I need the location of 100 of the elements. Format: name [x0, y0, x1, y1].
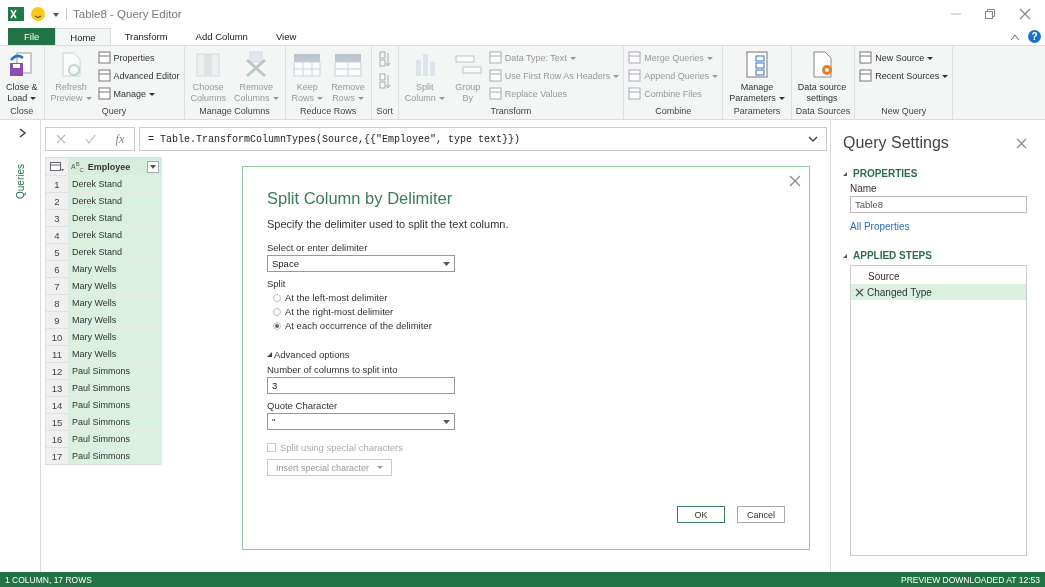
close-icon[interactable]	[789, 173, 801, 185]
table-cell: Mary Wells	[68, 311, 162, 328]
applied-step[interactable]: Changed Type	[851, 284, 1026, 300]
fx-label[interactable]: fx	[115, 131, 125, 147]
ribbon-button[interactable]: New Source	[859, 49, 949, 66]
small-tool-icon	[859, 69, 873, 82]
small-tool-icon	[488, 69, 502, 82]
ribbon-group-label: Sort	[375, 106, 394, 118]
field-label: Number of columns to split into	[267, 364, 399, 375]
ribbon-group-label: Reduce Rows	[299, 106, 358, 118]
small-tool-icon	[628, 51, 642, 64]
delete-step-icon	[855, 287, 864, 297]
ribbon-group-label: Query	[100, 106, 128, 118]
field-label: Select or enter delimiter	[267, 242, 369, 253]
table-cell: Paul Simmons	[68, 430, 162, 447]
quote-select[interactable]: "	[267, 413, 455, 430]
field-label: Split	[267, 278, 287, 289]
table-cell: Paul Simmons	[68, 396, 162, 413]
field-label: Quote Character	[267, 400, 339, 411]
table-cell: Paul Simmons	[68, 362, 162, 379]
small-tool-icon	[628, 87, 642, 100]
row-number: 9	[46, 311, 68, 328]
small-tool-icon	[859, 51, 873, 64]
row-number: 2	[46, 192, 68, 209]
close-icon[interactable]	[1019, 8, 1031, 20]
ribbon-button[interactable]: Recent Sources	[859, 67, 949, 84]
formula-field[interactable]: = Table.TransformColumnTypes(Source,{{"Employee", type text}})	[139, 127, 827, 151]
row-number: 12	[46, 362, 68, 379]
table-cell: Derek Stand	[68, 243, 162, 260]
panel-title: Query Settings	[843, 134, 949, 152]
table-cell: Paul Simmons	[68, 447, 162, 464]
ribbon-tab[interactable]: Add Column	[181, 28, 262, 45]
row-number: 13	[46, 379, 68, 396]
ribbon-tab[interactable]: Transform	[110, 28, 182, 45]
small-tool-icon	[97, 87, 111, 100]
window-title: Table8 - Query Editor	[66, 8, 182, 20]
row-number: 11	[46, 345, 68, 362]
ribbon-group-label: New Query	[880, 106, 928, 118]
table-menu-icon[interactable]	[46, 158, 68, 175]
ribbon-button[interactable]: Advanced Editor	[97, 67, 180, 84]
ribbon-tab[interactable]: Home	[55, 28, 111, 45]
help-button[interactable]: ?	[1028, 30, 1041, 43]
columns-field[interactable]: 3	[267, 377, 455, 394]
table-cell: Derek Stand	[68, 175, 162, 192]
name-field[interactable]: Table8	[850, 196, 1027, 213]
row-number: 15	[46, 413, 68, 430]
delimiter-select[interactable]: Space	[267, 255, 455, 272]
ribbon-group-label: Close	[9, 106, 35, 118]
ribbon-button[interactable]: Manage Parameters	[727, 49, 787, 105]
ribbon-group-label: Parameters	[732, 106, 782, 118]
all-properties-link[interactable]: All Properties	[850, 221, 1027, 232]
table-cell: Derek Stand	[68, 226, 162, 243]
ribbon-group-label: Transform	[489, 106, 533, 118]
small-tool-icon	[97, 51, 111, 64]
restore-icon[interactable]	[985, 9, 995, 19]
table-cell: Derek Stand	[68, 192, 162, 209]
cancel-icon	[55, 134, 66, 144]
table-cell: Paul Simmons	[68, 379, 162, 396]
row-number: 7	[46, 277, 68, 294]
ribbon-group-label: Manage Columns	[198, 106, 271, 118]
advanced-options-toggle[interactable]: Advanced options	[267, 349, 785, 360]
file-tab[interactable]: File	[8, 28, 56, 45]
close-icon[interactable]	[1016, 137, 1027, 149]
radio-option[interactable]: At each occurrence of the delimiter	[273, 320, 785, 331]
row-number: 4	[46, 226, 68, 243]
radio-option[interactable]: At the right-most delimiter	[273, 306, 785, 317]
table-cell: Mary Wells	[68, 260, 162, 277]
filter-dropdown-icon[interactable]	[147, 160, 159, 173]
ok-button[interactable]: OK	[677, 506, 725, 523]
row-number: 6	[46, 260, 68, 277]
section-heading[interactable]: APPLIED STEPS	[843, 250, 1027, 261]
row-number: 16	[46, 430, 68, 447]
table-cell: Paul Simmons	[68, 413, 162, 430]
row-number: 10	[46, 328, 68, 345]
radio-option[interactable]: At the left-most delimiter	[273, 292, 785, 303]
collapse-ribbon-icon[interactable]	[1010, 32, 1020, 41]
small-tool-icon	[488, 51, 502, 64]
queries-pane-label[interactable]: Queries	[14, 164, 26, 199]
ribbon-group-label: Data Sources	[795, 106, 851, 118]
ribbon-button[interactable]: Properties	[97, 49, 180, 66]
table-cell: Mary Wells	[68, 294, 162, 311]
small-tool-icon	[97, 69, 111, 82]
row-number: 14	[46, 396, 68, 413]
ribbon-tab[interactable]: View	[261, 28, 311, 45]
row-number: 5	[46, 243, 68, 260]
caret-icon	[443, 419, 450, 424]
ribbon-button[interactable]: Manage	[97, 85, 180, 102]
ribbon-button[interactable]: Data source settings	[795, 49, 849, 105]
small-tool-icon	[628, 69, 642, 82]
cancel-button[interactable]: Cancel	[737, 506, 785, 523]
ribbon-button[interactable]: Close & Load	[4, 49, 40, 105]
table-cell: Derek Stand	[68, 209, 162, 226]
expand-formula-icon[interactable]	[808, 135, 818, 143]
excel-icon	[8, 7, 24, 21]
smiley-icon	[30, 6, 46, 22]
section-heading[interactable]: PROPERTIES	[843, 168, 1027, 179]
table-cell: Mary Wells	[68, 328, 162, 345]
applied-step[interactable]: Source	[851, 268, 1026, 284]
row-number: 1	[46, 175, 68, 192]
check-icon	[85, 134, 97, 144]
